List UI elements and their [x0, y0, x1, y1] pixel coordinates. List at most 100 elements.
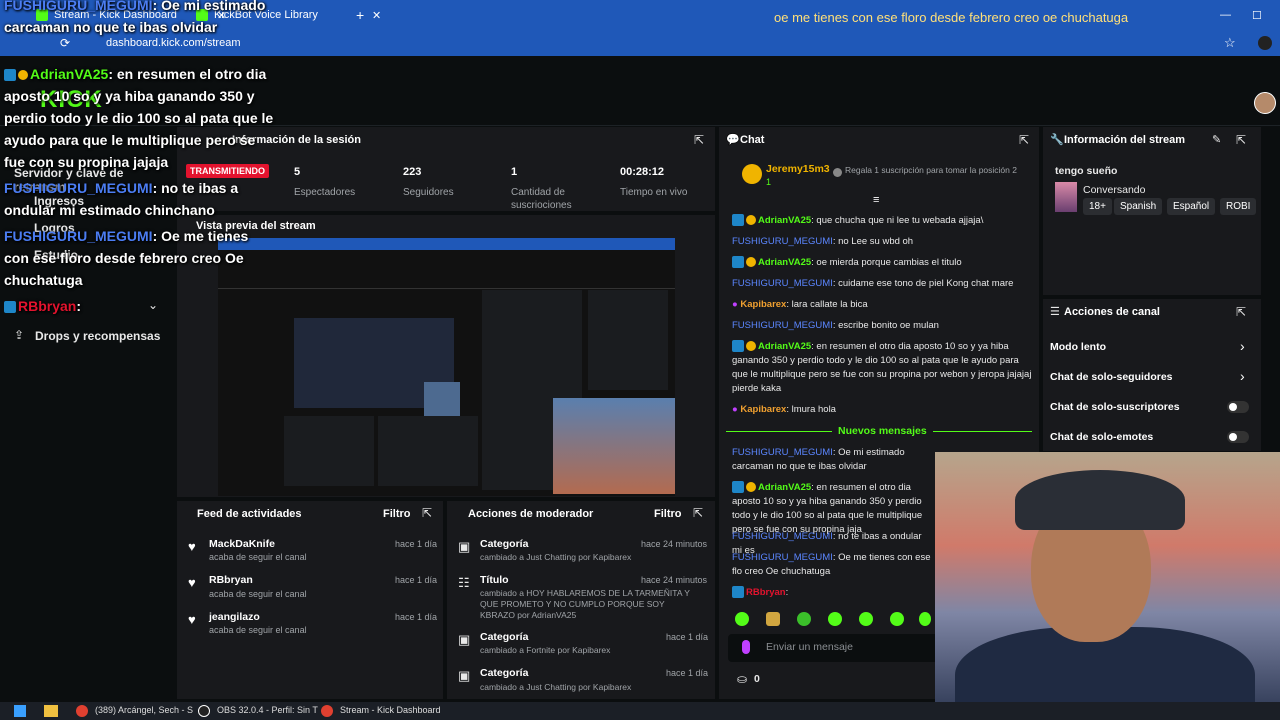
viewers-count: 5: [294, 166, 301, 178]
popout-icon[interactable]: ⇱: [1019, 133, 1029, 147]
chat-username[interactable]: FUSHIGURU_MEGUMI: [732, 236, 833, 247]
chat-username[interactable]: RBbryan: [746, 587, 786, 598]
taskbar-item[interactable]: (389) Arcángel, Sech - S: [95, 705, 193, 715]
chat-username[interactable]: Kapibarex: [740, 404, 786, 415]
chat-text: : lmura hola: [786, 404, 836, 415]
moderator-filter-button[interactable]: Filtro: [654, 508, 682, 520]
preview-webcam: [553, 398, 675, 494]
mic-icon[interactable]: [742, 640, 750, 654]
maximize-button[interactable]: ☐: [1252, 4, 1262, 26]
popout-icon[interactable]: ⇱: [693, 506, 703, 520]
emote-icon[interactable]: [890, 612, 904, 626]
mod-item-time: hace 24 minutos: [641, 575, 708, 585]
chat-message: FUSHIGURU_MEGUMI: Oe mi estimado carcama…: [732, 446, 932, 474]
url-text[interactable]: dashboard.kick.com/stream: [106, 37, 241, 49]
subs-only-toggle[interactable]: [1227, 401, 1249, 413]
chat-username[interactable]: Kapibarex: [740, 299, 786, 310]
chat-message: FUSHIGURU_MEGUMI: Oe me tienes con ese f…: [732, 551, 932, 579]
heart-icon: ♥: [188, 539, 196, 554]
file-explorer-icon[interactable]: [44, 705, 58, 717]
chat-username[interactable]: AdrianVA25: [758, 482, 811, 493]
bookmark-star-icon[interactable]: ☆: [1224, 35, 1236, 51]
chat-username[interactable]: FUSHIGURU_MEGUMI: [732, 320, 833, 331]
new-tab-button[interactable]: +: [356, 4, 364, 26]
chat-text: : no Lee su wbd oh: [832, 236, 914, 247]
feed-filter-button[interactable]: Filtro: [383, 508, 411, 520]
taskbar-item[interactable]: Stream - Kick Dashboard: [340, 705, 441, 715]
chat-username[interactable]: AdrianVA25: [758, 215, 811, 226]
popout-icon[interactable]: ⇱: [422, 506, 432, 520]
feed-item-name[interactable]: jeangilazo: [209, 611, 260, 623]
subs-label: Cantidad de suscriociones: [511, 187, 572, 211]
chat-username[interactable]: FUSHIGURU_MEGUMI: [732, 531, 833, 542]
feed-item-name[interactable]: MackDaKnife: [209, 538, 275, 550]
mod-item-title: Categoría: [480, 667, 529, 679]
mod-item-title: Categoría: [480, 631, 529, 643]
user-avatar[interactable]: [1254, 92, 1276, 114]
overlay-chat-line: FUSHIGURU_MEGUMI: Oe me tienes con ese f…: [4, 225, 274, 291]
emote-icon[interactable]: [766, 612, 780, 626]
action-slow-mode[interactable]: Modo lento: [1050, 341, 1106, 353]
new-messages-label[interactable]: Nuevos mensajes: [832, 425, 933, 437]
emote-icon[interactable]: [735, 612, 749, 626]
edit-pencil-icon[interactable]: ✎: [1212, 133, 1221, 146]
popout-icon[interactable]: ⇱: [1236, 133, 1246, 147]
chrome-icon[interactable]: [76, 705, 88, 717]
mod-item-time: hace 24 minutos: [641, 539, 708, 549]
category-icon: ▣: [458, 539, 471, 554]
popout-icon[interactable]: ⇱: [1236, 305, 1246, 319]
emote-icon[interactable]: [828, 612, 842, 626]
emotes-only-toggle[interactable]: [1227, 431, 1249, 443]
feed-item-sub: acaba de seguir el canal: [209, 552, 307, 562]
points-icon[interactable]: ⛀: [737, 672, 747, 686]
reload-icon[interactable]: ⟳: [60, 36, 70, 50]
sub-badge-icon: [746, 215, 756, 226]
emote-icon[interactable]: [797, 612, 811, 626]
windows-start-icon[interactable]: [14, 705, 26, 717]
emote-icon[interactable]: [919, 612, 931, 626]
chat-username[interactable]: AdrianVA25: [758, 341, 811, 352]
chat-input[interactable]: Enviar un mensaje: [728, 634, 938, 662]
action-emotes-only[interactable]: Chat de solo-emotes: [1050, 431, 1153, 443]
pinned-menu-icon[interactable]: ≡: [873, 194, 879, 206]
chat-message: FUSHIGURU_MEGUMI: no Lee su wbd oh: [732, 235, 1032, 249]
taskbar-item[interactable]: OBS 32.0.4 - Perfil: Sin T: [217, 705, 318, 715]
os-taskbar: (389) Arcángel, Sech - S OBS 32.0.4 - Pe…: [0, 702, 1280, 720]
channel-actions-title: Acciones de canal: [1064, 306, 1160, 318]
action-followers-only[interactable]: Chat de solo-seguidores: [1050, 371, 1173, 383]
mic-icon: ●: [732, 299, 738, 310]
chat-username[interactable]: AdrianVA25: [758, 257, 811, 268]
live-time: 00:28:12: [620, 166, 665, 178]
top-gifter-name[interactable]: Jeremy15m3: [766, 163, 830, 175]
overlay-username: FUSHIGURU_MEGUMI: [4, 0, 153, 13]
overlay-chat-line: FUSHIGURU_MEGUMI: Oe mi estimado carcama…: [4, 0, 274, 38]
chrome-icon[interactable]: [321, 705, 333, 717]
tag-chip: 18+: [1083, 198, 1112, 215]
chat-text: :: [785, 587, 789, 598]
chat-username[interactable]: FUSHIGURU_MEGUMI: [732, 552, 833, 563]
nav-item-drops[interactable]: Drops y recompensas: [35, 329, 160, 343]
close-tab-icon[interactable]: ✕: [372, 9, 381, 22]
webcam-cap: [1015, 470, 1185, 530]
emote-bar: [735, 612, 931, 628]
minimize-button[interactable]: —: [1220, 4, 1231, 26]
chevron-right-icon[interactable]: ›: [1240, 368, 1245, 384]
obs-icon[interactable]: [198, 705, 210, 717]
tag-chip: Spanish: [1114, 198, 1163, 215]
chat-text: : oe mierda porque cambias el titulo: [811, 257, 962, 268]
category-name[interactable]: Conversando: [1083, 184, 1145, 196]
chevron-right-icon[interactable]: ›: [1240, 338, 1245, 354]
popout-icon[interactable]: ⇱: [694, 133, 704, 147]
feed-item-name[interactable]: RBbryan: [209, 574, 253, 586]
moderator-actions-title: Acciones de moderador: [468, 508, 594, 520]
chat-username[interactable]: FUSHIGURU_MEGUMI: [732, 447, 833, 458]
profile-icon[interactable]: [1258, 36, 1272, 50]
mod-item-time: hace 1 día: [666, 632, 709, 642]
stream-preview-video[interactable]: [218, 238, 675, 496]
verified-badge-icon: [732, 586, 744, 599]
window-title: oe me tienes con ese floro desde febrero…: [774, 10, 1129, 25]
emote-icon[interactable]: [859, 612, 873, 626]
overlay-username: AdrianVA25: [30, 66, 109, 82]
action-subs-only[interactable]: Chat de solo-suscriptores: [1050, 401, 1180, 413]
chat-username[interactable]: FUSHIGURU_MEGUMI: [732, 278, 833, 289]
